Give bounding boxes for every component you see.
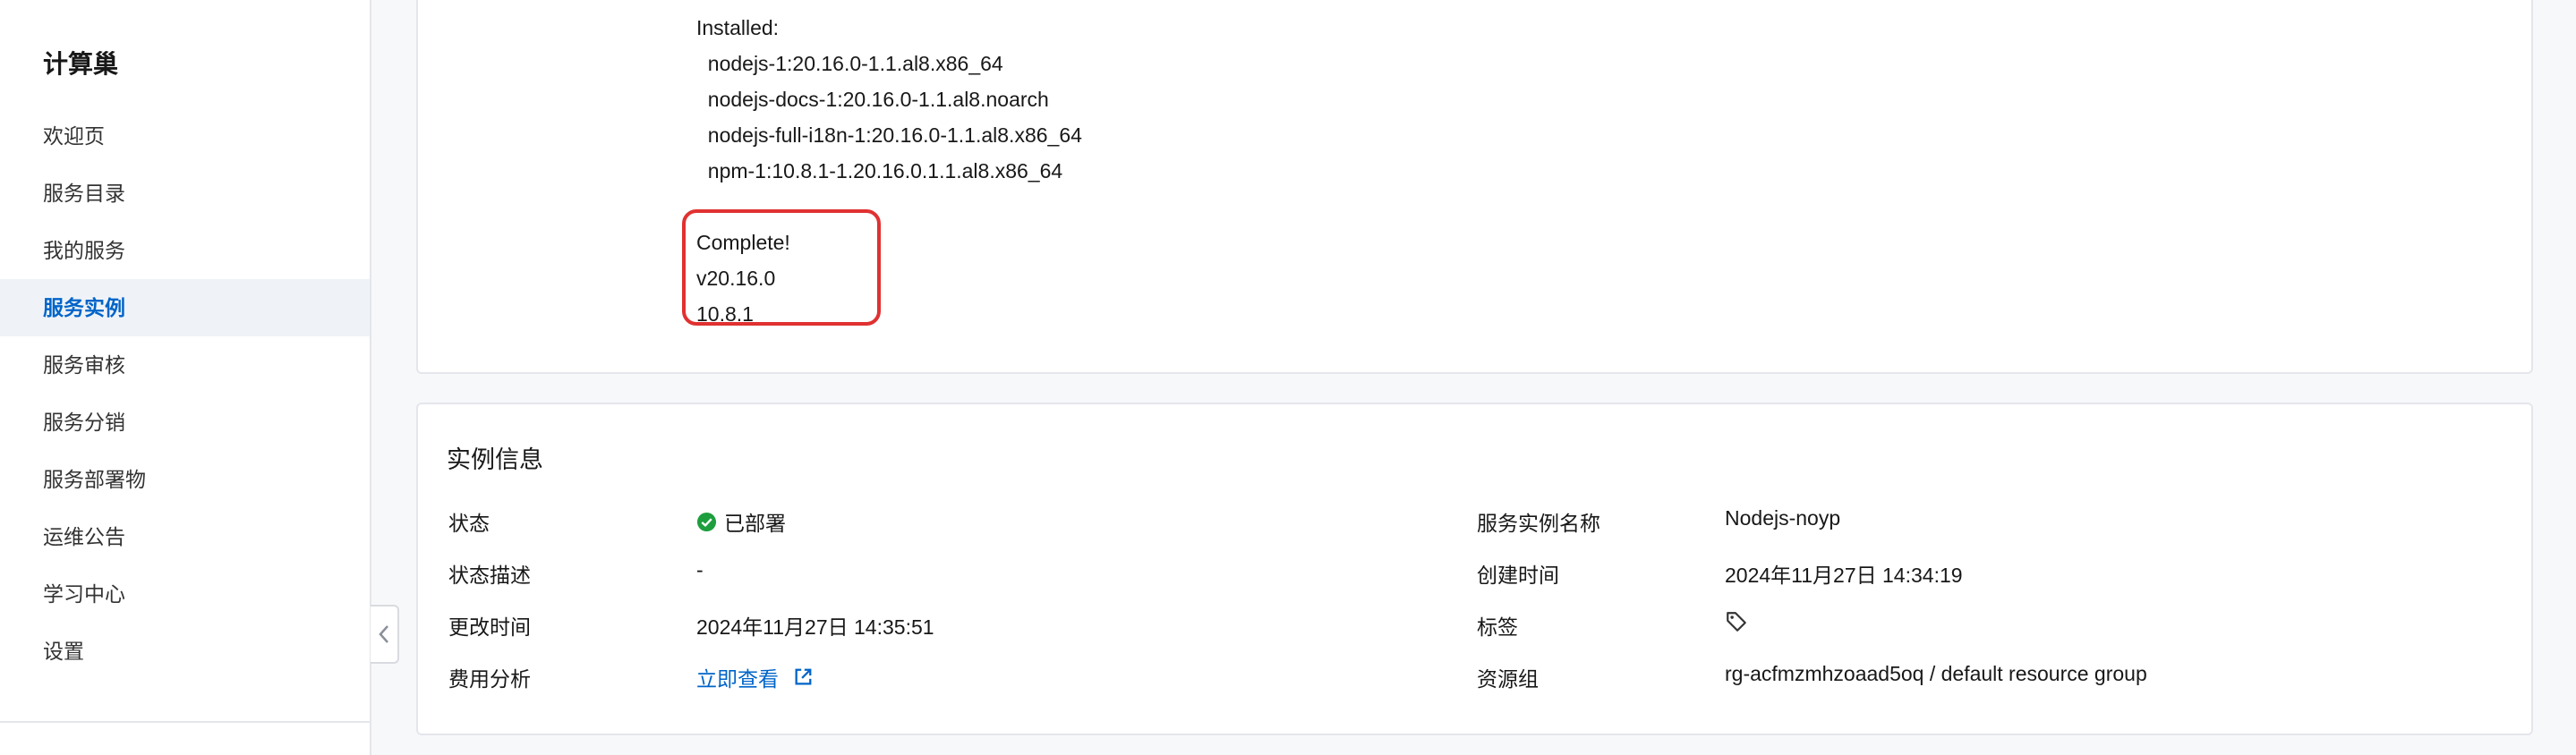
sidebar-item-welcome[interactable]: 欢迎页 xyxy=(0,107,370,165)
resource-group-value: rg-acfmzmhzoaad5oq / default resource gr… xyxy=(1725,662,2147,685)
created-time-value: 2024年11月27日 14:34:19 xyxy=(1725,564,1963,587)
sidebar-item-settings[interactable]: 设置 xyxy=(0,623,370,680)
cost-analysis-link-text[interactable]: 立即查看 xyxy=(696,662,779,692)
sidebar: 计算巢 欢迎页 服务目录 我的服务 服务实例 服务审核 服务分销 服务部署物 运… xyxy=(0,0,371,755)
sidebar-item-ops-announcements[interactable]: 运维公告 xyxy=(0,508,370,565)
status-text: 已部署 xyxy=(724,512,786,535)
modified-time-value: 2024年11月27日 14:35:51 xyxy=(696,615,934,639)
section-title: 实例信息 xyxy=(447,446,543,473)
status-desc-value: - xyxy=(696,558,704,581)
status-value: 已部署 xyxy=(696,506,786,537)
log-line: nodejs-docs-1:20.16.0-1.1.al8.noarch xyxy=(696,88,1049,111)
log-line: npm-1:10.8.1-1.20.16.0.1.1.al8.x86_64 xyxy=(696,159,1063,182)
cost-analysis-label: 费用分析 xyxy=(448,667,531,691)
tag-icon[interactable] xyxy=(1725,610,1748,633)
sidebar-item-service-instances[interactable]: 服务实例 xyxy=(0,279,370,336)
sidebar-item-service-catalog[interactable]: 服务目录 xyxy=(0,165,370,222)
resource-group-label: 资源组 xyxy=(1477,667,1539,691)
sidebar-item-service-review[interactable]: 服务审核 xyxy=(0,336,370,394)
check-circle-icon xyxy=(696,512,717,531)
instance-name-label: 服务实例名称 xyxy=(1477,512,1600,535)
sidebar-divider xyxy=(0,721,370,723)
created-time-label: 创建时间 xyxy=(1477,564,1559,587)
sidebar-item-my-services[interactable]: 我的服务 xyxy=(0,222,370,279)
sidebar-item-service-distribution[interactable]: 服务分销 xyxy=(0,394,370,451)
external-link-icon[interactable] xyxy=(793,667,813,687)
log-line: Installed: xyxy=(696,16,780,39)
log-line: nodejs-1:20.16.0-1.1.al8.x86_64 xyxy=(696,52,1003,75)
tags-label: 标签 xyxy=(1477,615,1518,639)
tag-edit-button[interactable] xyxy=(1725,610,1748,639)
modified-time-label: 更改时间 xyxy=(448,615,531,639)
instance-info-card: 实例信息 状态 已部署 状态描述 - 更改时间 2024年11月27日 14:3… xyxy=(416,403,2533,735)
deployment-log-card: Installed: nodejs-1:20.16.0-1.1.al8.x86_… xyxy=(416,0,2533,374)
cost-analysis-link[interactable]: 立即查看 xyxy=(696,662,813,692)
sidebar-item-learning-center[interactable]: 学习中心 xyxy=(0,565,370,623)
sidebar-item-service-artifacts[interactable]: 服务部署物 xyxy=(0,451,370,508)
instance-name-value: Nodejs-noyp xyxy=(1725,506,1841,530)
sidebar-collapse-button[interactable] xyxy=(371,605,399,664)
log-line: nodejs-full-i18n-1:20.16.0-1.1.al8.x86_6… xyxy=(696,123,1082,147)
sidebar-title: 计算巢 xyxy=(43,50,119,78)
status-label: 状态 xyxy=(448,512,490,535)
highlight-box xyxy=(682,209,881,326)
chevron-left-icon xyxy=(379,625,388,643)
status-desc-label: 状态描述 xyxy=(448,564,531,587)
